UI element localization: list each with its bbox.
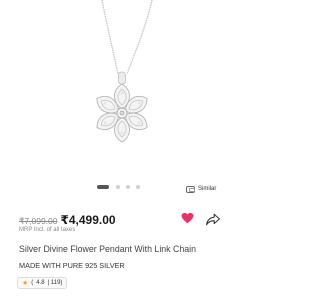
mrp-price: ₹7,099.00 (19, 216, 58, 226)
rating-open-paren: ( (31, 280, 34, 286)
carousel-dot[interactable] (126, 185, 130, 189)
carousel-dot[interactable] (116, 185, 120, 189)
carousel-dot[interactable] (136, 185, 140, 189)
rating-badge[interactable]: ★ ( 4.8 | 119) (17, 277, 68, 289)
product-image[interactable] (0, 0, 240, 180)
similar-label: Similar (198, 186, 217, 192)
product-subtitle: MADE WITH PURE 925 SILVER (19, 261, 125, 270)
carousel-dot-active[interactable] (97, 185, 109, 189)
product-title: Silver Divine Flower Pendant With Link C… (19, 244, 196, 254)
star-icon: ★ (22, 279, 29, 287)
share-icon (206, 213, 220, 226)
pendant-image (96, 0, 153, 143)
price-row: ₹7,099.00 ₹4,499.00 (19, 213, 116, 227)
rating-count: | 119) (47, 280, 63, 286)
similar-icon (186, 185, 195, 193)
similar-button[interactable]: Similar (186, 183, 216, 195)
rating-value: 4.8 (36, 280, 45, 286)
product-page: Similar ₹7,099.00 ₹4,499.00 MRP Incl. of… (0, 0, 240, 300)
heart-icon (181, 212, 194, 224)
sale-price: ₹4,499.00 (60, 213, 116, 227)
share-button[interactable] (206, 213, 220, 226)
tax-note: MRP Incl. of all taxes (19, 227, 76, 233)
wishlist-button[interactable] (181, 212, 194, 225)
